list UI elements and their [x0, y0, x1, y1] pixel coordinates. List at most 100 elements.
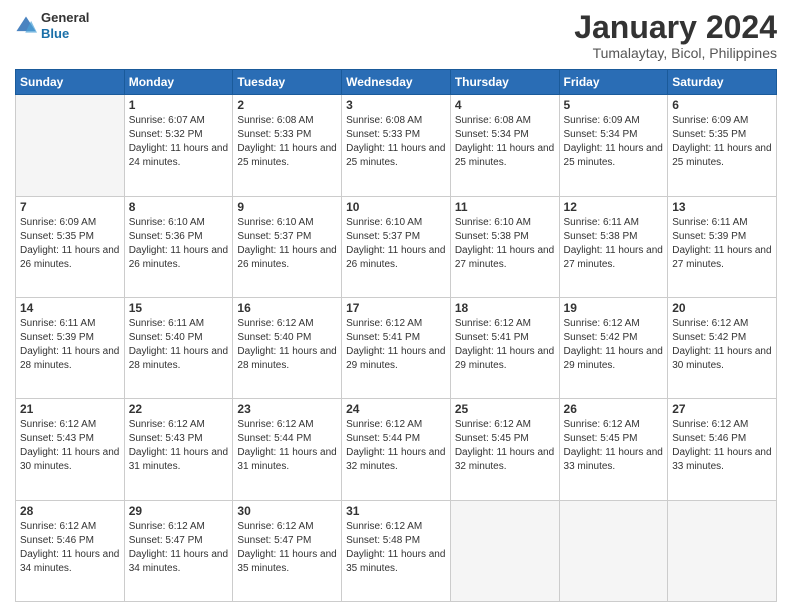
day-cell: 8Sunrise: 6:10 AM Sunset: 5:36 PM Daylig… [124, 196, 233, 297]
day-number: 11 [455, 200, 555, 214]
day-number: 2 [237, 98, 337, 112]
day-number: 19 [564, 301, 664, 315]
day-cell: 10 Sunrise: 6:10 AM Sunset: 5:37 PM Dayli… [342, 196, 451, 297]
day-number: 5 [564, 98, 664, 112]
weekday-sunday: Sunday [16, 70, 125, 95]
day-cell: 1 Sunrise: 6:07 AM Sunset: 5:32 PM Daylig… [124, 95, 233, 196]
day-info: Sunrise: 6:10 AM Sunset: 5:37 PM Dayligh… [237, 216, 337, 272]
day-cell: 2 Sunrise: 6:08 AM Sunset: 5:33 PM Daylig… [233, 95, 342, 196]
day-info: Sunrise: 6:12 AM Sunset: 5:43 PM Dayligh… [129, 418, 229, 474]
day-number: 23 [237, 402, 337, 416]
day-number: 4 [455, 98, 555, 112]
day-number: 1 [129, 98, 229, 112]
weekday-header-row: SundayMondayTuesdayWednesdayThursdayFrid… [16, 70, 777, 95]
day-cell: 9 Sunrise: 6:10 AM Sunset: 5:37 PM Daylig… [233, 196, 342, 297]
day-number: 13 [672, 200, 772, 214]
day-number: 18 [455, 301, 555, 315]
day-number: 17 [346, 301, 446, 315]
day-info: Sunrise: 6:12 AM Sunset: 5:40 PM Dayligh… [237, 317, 337, 373]
day-info: Sunrise: 6:11 AM Sunset: 5:40 PM Dayligh… [129, 317, 229, 373]
day-cell: 30 Sunrise: 6:12 AM Sunset: 5:47 PM Dayli… [233, 500, 342, 601]
day-cell: 29 Sunrise: 6:12 AM Sunset: 5:47 PM Dayli… [124, 500, 233, 601]
day-info: Sunrise: 6:08 AM Sunset: 5:33 PM Dayligh… [346, 114, 446, 170]
day-number: 22 [129, 402, 229, 416]
day-number: 6 [672, 98, 772, 112]
day-info: Sunrise: 6:12 AM Sunset: 5:48 PM Dayligh… [346, 520, 446, 576]
day-info: Sunrise: 6:12 AM Sunset: 5:46 PM Dayligh… [20, 520, 120, 576]
day-info: Sunrise: 6:12 AM Sunset: 5:42 PM Dayligh… [672, 317, 772, 373]
day-number: 26 [564, 402, 664, 416]
day-number: 30 [237, 504, 337, 518]
day-cell [668, 500, 777, 601]
day-cell: 20Sunrise: 6:12 AM Sunset: 5:42 PM Dayli… [668, 297, 777, 398]
page: General Blue January 2024 Tumalaytay, Bi… [0, 0, 792, 612]
weekday-wednesday: Wednesday [342, 70, 451, 95]
day-info: Sunrise: 6:12 AM Sunset: 5:43 PM Dayligh… [20, 418, 120, 474]
day-number: 31 [346, 504, 446, 518]
day-cell: 11 Sunrise: 6:10 AM Sunset: 5:38 PM Dayli… [450, 196, 559, 297]
day-number: 9 [237, 200, 337, 214]
day-info: Sunrise: 6:11 AM Sunset: 5:38 PM Dayligh… [564, 216, 664, 272]
day-number: 25 [455, 402, 555, 416]
day-info: Sunrise: 6:11 AM Sunset: 5:39 PM Dayligh… [20, 317, 120, 373]
day-cell: 4 Sunrise: 6:08 AM Sunset: 5:34 PM Daylig… [450, 95, 559, 196]
week-row-2: 7Sunrise: 6:09 AM Sunset: 5:35 PM Daylig… [16, 196, 777, 297]
day-cell: 12 Sunrise: 6:11 AM Sunset: 5:38 PM Dayli… [559, 196, 668, 297]
logo-general: General [41, 10, 89, 26]
day-cell: 6 Sunrise: 6:09 AM Sunset: 5:35 PM Daylig… [668, 95, 777, 196]
day-number: 27 [672, 402, 772, 416]
day-info: Sunrise: 6:10 AM Sunset: 5:36 PM Dayligh… [129, 216, 229, 272]
week-row-3: 14 Sunrise: 6:11 AM Sunset: 5:39 PM Dayli… [16, 297, 777, 398]
week-row-1: 1 Sunrise: 6:07 AM Sunset: 5:32 PM Daylig… [16, 95, 777, 196]
day-info: Sunrise: 6:12 AM Sunset: 5:47 PM Dayligh… [129, 520, 229, 576]
day-info: Sunrise: 6:10 AM Sunset: 5:38 PM Dayligh… [455, 216, 555, 272]
day-number: 12 [564, 200, 664, 214]
day-number: 29 [129, 504, 229, 518]
day-number: 14 [20, 301, 120, 315]
day-number: 15 [129, 301, 229, 315]
day-info: Sunrise: 6:12 AM Sunset: 5:45 PM Dayligh… [455, 418, 555, 474]
day-number: 16 [237, 301, 337, 315]
day-number: 3 [346, 98, 446, 112]
day-cell: 21Sunrise: 6:12 AM Sunset: 5:43 PM Dayli… [16, 399, 125, 500]
day-cell: 5Sunrise: 6:09 AM Sunset: 5:34 PM Daylig… [559, 95, 668, 196]
calendar-table: SundayMondayTuesdayWednesdayThursdayFrid… [15, 69, 777, 602]
day-info: Sunrise: 6:09 AM Sunset: 5:35 PM Dayligh… [672, 114, 772, 170]
title-block: January 2024 Tumalaytay, Bicol, Philippi… [574, 10, 777, 61]
day-cell: 18Sunrise: 6:12 AM Sunset: 5:41 PM Dayli… [450, 297, 559, 398]
day-info: Sunrise: 6:12 AM Sunset: 5:41 PM Dayligh… [346, 317, 446, 373]
day-cell: 7Sunrise: 6:09 AM Sunset: 5:35 PM Daylig… [16, 196, 125, 297]
day-cell: 27Sunrise: 6:12 AM Sunset: 5:46 PM Dayli… [668, 399, 777, 500]
week-row-5: 28Sunrise: 6:12 AM Sunset: 5:46 PM Dayli… [16, 500, 777, 601]
day-info: Sunrise: 6:12 AM Sunset: 5:42 PM Dayligh… [564, 317, 664, 373]
day-cell: 17 Sunrise: 6:12 AM Sunset: 5:41 PM Dayli… [342, 297, 451, 398]
day-info: Sunrise: 6:07 AM Sunset: 5:32 PM Dayligh… [129, 114, 229, 170]
logo-icon [15, 15, 37, 37]
day-info: Sunrise: 6:08 AM Sunset: 5:34 PM Dayligh… [455, 114, 555, 170]
weekday-friday: Friday [559, 70, 668, 95]
day-info: Sunrise: 6:09 AM Sunset: 5:35 PM Dayligh… [20, 216, 120, 272]
day-cell: 19 Sunrise: 6:12 AM Sunset: 5:42 PM Dayli… [559, 297, 668, 398]
day-cell: 25 Sunrise: 6:12 AM Sunset: 5:45 PM Dayli… [450, 399, 559, 500]
day-number: 24 [346, 402, 446, 416]
day-cell [559, 500, 668, 601]
day-info: Sunrise: 6:08 AM Sunset: 5:33 PM Dayligh… [237, 114, 337, 170]
day-cell: 28Sunrise: 6:12 AM Sunset: 5:46 PM Dayli… [16, 500, 125, 601]
day-info: Sunrise: 6:12 AM Sunset: 5:47 PM Dayligh… [237, 520, 337, 576]
day-cell: 23 Sunrise: 6:12 AM Sunset: 5:44 PM Dayli… [233, 399, 342, 500]
day-cell [450, 500, 559, 601]
day-info: Sunrise: 6:12 AM Sunset: 5:44 PM Dayligh… [237, 418, 337, 474]
day-cell: 31 Sunrise: 6:12 AM Sunset: 5:48 PM Dayli… [342, 500, 451, 601]
day-info: Sunrise: 6:12 AM Sunset: 5:45 PM Dayligh… [564, 418, 664, 474]
weekday-thursday: Thursday [450, 70, 559, 95]
day-cell: 16 Sunrise: 6:12 AM Sunset: 5:40 PM Dayli… [233, 297, 342, 398]
day-number: 10 [346, 200, 446, 214]
day-cell: 26 Sunrise: 6:12 AM Sunset: 5:45 PM Dayli… [559, 399, 668, 500]
day-cell: 22 Sunrise: 6:12 AM Sunset: 5:43 PM Dayli… [124, 399, 233, 500]
subtitle: Tumalaytay, Bicol, Philippines [574, 45, 777, 61]
day-info: Sunrise: 6:10 AM Sunset: 5:37 PM Dayligh… [346, 216, 446, 272]
day-cell: 3 Sunrise: 6:08 AM Sunset: 5:33 PM Daylig… [342, 95, 451, 196]
week-row-4: 21Sunrise: 6:12 AM Sunset: 5:43 PM Dayli… [16, 399, 777, 500]
day-cell: 15 Sunrise: 6:11 AM Sunset: 5:40 PM Dayli… [124, 297, 233, 398]
logo: General Blue [15, 10, 89, 41]
